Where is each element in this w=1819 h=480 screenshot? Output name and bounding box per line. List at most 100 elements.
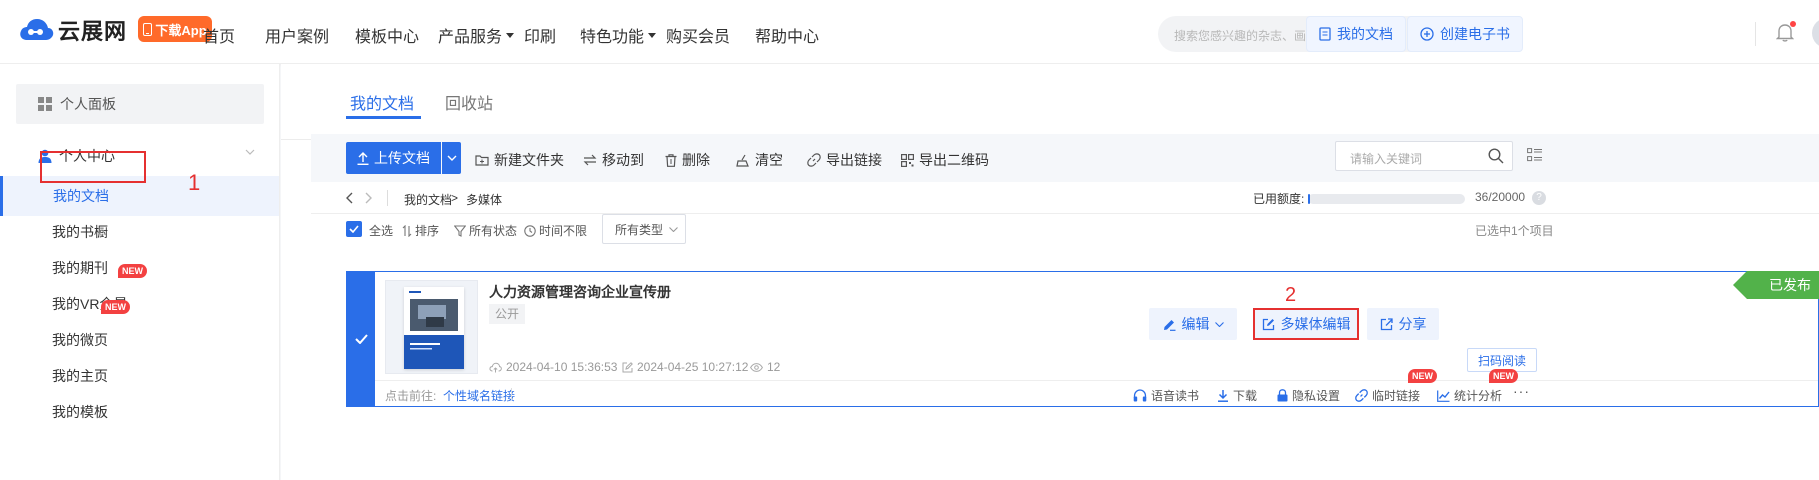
document-title[interactable]: 人力资源管理咨询企业宣传册: [489, 282, 671, 302]
chevron-down-icon: [447, 155, 456, 161]
nav-user-cases[interactable]: 用户案例: [265, 23, 329, 47]
nav-label: 购买会员: [666, 29, 731, 46]
view-count: 12: [750, 360, 780, 374]
highlight-box-step-1: [40, 151, 146, 183]
nav-label: 模板中心: [355, 29, 420, 46]
keyword-search-input[interactable]: 请输入关键词: [1335, 141, 1513, 171]
check-icon: [354, 334, 368, 344]
clock-icon: [524, 224, 536, 237]
temporary-link-label: 临时链接: [1372, 389, 1421, 403]
sidebar-item-my-templates[interactable]: 我的模板: [52, 402, 108, 422]
new-badge: NEW: [118, 264, 147, 278]
upload-icon: [357, 151, 369, 165]
personal-panel-button[interactable]: 个人面板: [16, 84, 264, 124]
status-filter[interactable]: 所有状态: [454, 222, 517, 239]
brochure-cover-image: [404, 287, 464, 369]
edit-label: 编辑: [1181, 316, 1210, 332]
export-link-button[interactable]: 导出链接: [807, 150, 882, 170]
create-ebook-label: 创建电子书: [1440, 26, 1510, 42]
sidebar-item-my-journals[interactable]: 我的期刊: [52, 258, 108, 278]
move-to-button[interactable]: 移动到: [583, 150, 644, 170]
share-button[interactable]: 分享: [1367, 308, 1439, 340]
statistics-button[interactable]: 统计分析: [1437, 387, 1502, 404]
active-tab-underline: [346, 116, 421, 119]
nav-label: 帮助中心: [755, 29, 820, 46]
eye-icon: [750, 362, 763, 372]
sidebar-item-my-bookshelf[interactable]: 我的书橱: [52, 222, 108, 242]
card-footer: 点击前往: 个性域名链接 语音读书 下载 隐私设置 临时链接 NEW 统计分析 …: [375, 369, 1818, 406]
my-docs-header-label: 我的文档: [1337, 26, 1393, 42]
sort-button[interactable]: 排序: [402, 222, 439, 239]
published-ribbon: 已发布: [1733, 271, 1819, 299]
card-checkbox[interactable]: [347, 272, 375, 406]
type-select-value: 所有类型: [615, 222, 664, 237]
back-arrow-icon[interactable]: [345, 192, 353, 204]
document-icon: [1319, 27, 1331, 41]
download-button[interactable]: 下载: [1217, 387, 1257, 404]
check-icon: [349, 225, 359, 233]
more-options-icon[interactable]: ···: [1513, 383, 1530, 399]
voice-reading-button[interactable]: 语音读书: [1133, 387, 1199, 404]
new-folder-button[interactable]: 新建文件夹: [475, 150, 564, 170]
share-icon: [1380, 317, 1393, 330]
my-docs-header-button[interactable]: 我的文档: [1306, 16, 1406, 52]
active-item-indicator: [0, 176, 3, 216]
time-filter-label: 时间不限: [539, 224, 588, 238]
sidebar-item-my-micropage[interactable]: 我的微页: [52, 330, 108, 350]
download-app-button[interactable]: 下载App: [138, 16, 212, 42]
logo[interactable]: 云展网: [18, 14, 127, 46]
nav-printing[interactable]: 印刷: [524, 23, 556, 47]
notification-dot: [1790, 21, 1796, 27]
step-number-1: 1: [188, 170, 201, 195]
voice-reading-label: 语音读书: [1151, 389, 1200, 403]
nav-home[interactable]: 首页: [203, 23, 235, 47]
select-all-label[interactable]: 全选: [369, 222, 393, 239]
custom-domain-link[interactable]: 个性域名链接: [443, 387, 515, 404]
time-filter[interactable]: 时间不限: [524, 222, 587, 239]
tab-my-documents[interactable]: 我的文档: [350, 90, 414, 114]
plus-circle-icon: [1420, 27, 1434, 41]
temporary-link-button[interactable]: 临时链接: [1355, 387, 1420, 404]
select-all-checkbox[interactable]: [346, 221, 362, 237]
sidebar-item-my-documents[interactable]: 我的文档: [53, 186, 109, 206]
export-qrcode-button[interactable]: 导出二维码: [901, 150, 989, 170]
nav-features[interactable]: 特色功能: [580, 23, 657, 47]
edit-button[interactable]: 编辑: [1149, 308, 1237, 340]
clear-button[interactable]: 清空: [736, 150, 783, 170]
upload-dropdown-button[interactable]: [442, 142, 461, 174]
nav-template-center[interactable]: 模板中心: [355, 23, 419, 47]
lock-icon: [1277, 389, 1288, 402]
new-badge: NEW: [101, 300, 130, 314]
quota-text: 36/20000: [1475, 190, 1526, 204]
export-qrcode-label: 导出二维码: [919, 152, 989, 168]
help-icon[interactable]: ?: [1532, 191, 1546, 205]
forward-arrow-icon[interactable]: [365, 192, 373, 204]
quota-label: 已用额度:: [1253, 192, 1305, 206]
personal-panel-label: 个人面板: [60, 96, 116, 112]
nav-label: 首页: [203, 29, 236, 46]
upload-document-button[interactable]: 上传文档: [346, 142, 441, 174]
pencil-icon: [1163, 319, 1175, 331]
create-ebook-button[interactable]: 创建电子书: [1407, 16, 1523, 52]
breadcrumb-root[interactable]: 我的文档: [404, 191, 452, 208]
document-card[interactable]: 人力资源管理咨询企业宣传册 公开 2024-04-10 15:36:53 202…: [346, 271, 1819, 407]
search-icon[interactable]: [1488, 148, 1504, 164]
privacy-settings-button[interactable]: 隐私设置: [1277, 387, 1340, 404]
breadcrumb-current: 多媒体: [466, 193, 503, 207]
nav-help-center[interactable]: 帮助中心: [755, 23, 819, 47]
sidebar-item-my-homepage[interactable]: 我的主页: [52, 366, 108, 386]
top-navigation: 云展网 下载App 首页 用户案例 模板中心 产品服务 印刷 特色功能 购买会员…: [0, 0, 1819, 64]
new-badge: NEW: [1408, 369, 1437, 383]
delete-button[interactable]: 删除: [665, 150, 710, 170]
nav-products[interactable]: 产品服务: [438, 23, 515, 47]
tab-recycle-bin[interactable]: 回收站: [445, 90, 493, 114]
view-toggle-icon[interactable]: [1527, 148, 1542, 162]
document-cover[interactable]: [385, 280, 478, 374]
header-divider: [1755, 22, 1756, 46]
type-select[interactable]: 所有类型: [602, 214, 686, 244]
visibility-tag: 公开: [489, 304, 526, 324]
privacy-settings-label: 隐私设置: [1292, 389, 1341, 403]
avatar[interactable]: [1812, 18, 1819, 48]
nav-membership[interactable]: 购买会员: [666, 23, 730, 47]
footer-divider: [511, 388, 512, 400]
